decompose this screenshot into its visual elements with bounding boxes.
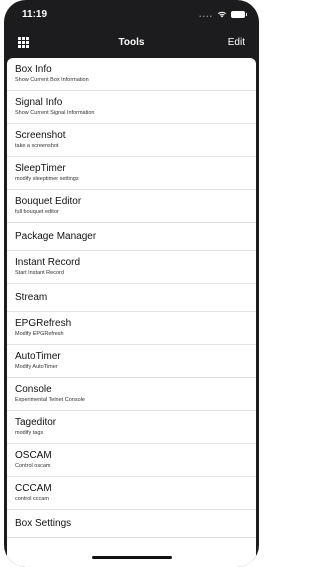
list-item[interactable]: AutoTimer Modify AutoTimer	[7, 345, 256, 378]
list-item-subtitle: Modify EPGRefresh	[15, 331, 64, 337]
list-item[interactable]: EPGRefresh Modify EPGRefresh	[7, 312, 256, 345]
tools-list: Box Info Show Current Box Information Sign…	[7, 58, 256, 567]
home-indicator[interactable]	[91, 556, 172, 559]
list-item-title: Box Settings	[15, 517, 72, 529]
list-item-subtitle: Show Current Box Information	[15, 77, 89, 83]
list-item-title: Bouquet Editor	[15, 196, 82, 207]
list-item-title: Tageditor	[15, 417, 57, 428]
list-item-title: Signal Info	[15, 97, 63, 108]
list-item-title: Screenshot	[15, 130, 66, 141]
list-item-title: OSCAM	[15, 450, 52, 461]
list-item[interactable]: Package Manager	[7, 223, 256, 251]
list-item[interactable]: Stream	[7, 284, 256, 312]
list-item[interactable]: Tageditor modify tags	[7, 411, 256, 444]
list-item-subtitle: control cccam	[15, 496, 49, 502]
list-item-title: Console	[15, 384, 52, 395]
list-item-subtitle: modify sleeptimer settings	[15, 176, 79, 182]
list-item[interactable]: SleepTimer modify sleeptimer settings	[7, 157, 256, 190]
list-item-subtitle: Modify AutoTimer	[15, 364, 58, 370]
list-item[interactable]: Box Settings	[7, 510, 256, 538]
list-item-title: EPGRefresh	[15, 318, 72, 329]
list-item-subtitle: Show Current Signal Information	[15, 110, 95, 116]
list-item-title: SleepTimer	[15, 163, 66, 174]
page-title: Tools	[118, 36, 145, 48]
list-item-subtitle: take a screenshot	[15, 143, 59, 149]
list-item-title: Stream	[15, 291, 48, 303]
list-item-title: AutoTimer	[15, 351, 61, 362]
status-icons: ....	[198, 9, 247, 19]
list-item-subtitle: modify tags	[15, 430, 44, 436]
list-item[interactable]: OSCAM Control oscam	[7, 444, 256, 477]
list-item[interactable]: CCCAM control cccam	[7, 477, 256, 510]
list-item-title: Box Info	[15, 64, 52, 75]
list-item-subtitle: Control oscam	[15, 463, 51, 469]
list-item-subtitle: Experimental Telnet Console	[15, 397, 85, 403]
battery-icon	[231, 10, 247, 18]
grid-menu-icon[interactable]	[18, 36, 29, 48]
navigation-bar: Tools Edit	[4, 28, 259, 56]
list-item-title: Package Manager	[15, 230, 97, 242]
list-item-title: Instant Record	[15, 257, 81, 268]
list-item[interactable]: Console Experimental Telnet Console	[7, 378, 256, 411]
list-item[interactable]: Screenshot take a screenshot	[7, 124, 256, 157]
list-item[interactable]: Instant Record Start Instant Record	[7, 251, 256, 284]
wifi-icon	[218, 11, 226, 18]
list-item[interactable]: Bouquet Editor full bouquet editor	[7, 190, 256, 223]
list-item[interactable]: Box Info Show Current Box Information	[7, 58, 256, 91]
status-bar: 11:19 ....	[4, 0, 259, 28]
status-time: 11:19	[22, 8, 48, 20]
list-item-title: CCCAM	[15, 483, 52, 494]
signal-dots: ....	[198, 9, 213, 19]
list-item[interactable]: Signal Info Show Current Signal Informati…	[7, 91, 256, 124]
list-item-subtitle: full bouquet editor	[15, 209, 59, 215]
phone-frame: 11:19 .... Tools Edit Box Info Show Curre…	[4, 0, 259, 567]
edit-button[interactable]: Edit	[228, 37, 245, 48]
list-item-subtitle: Start Instant Record	[15, 270, 64, 276]
